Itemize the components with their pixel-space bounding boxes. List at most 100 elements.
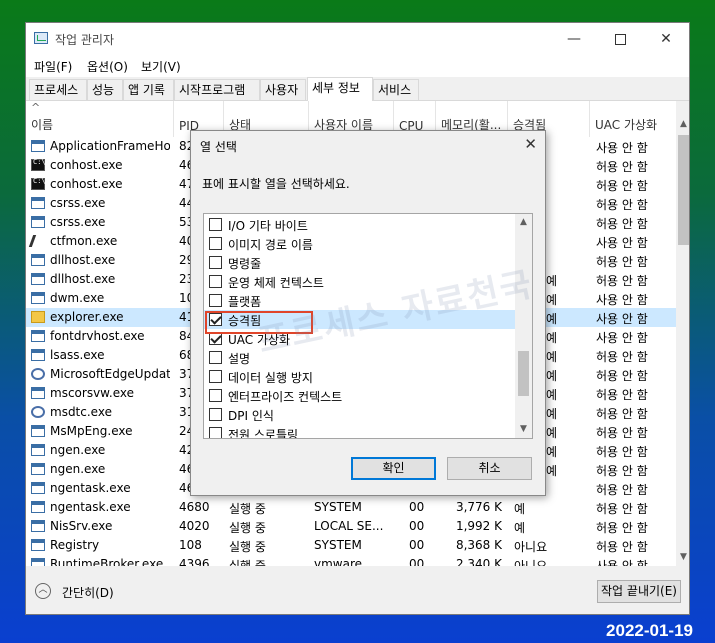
column-header-name[interactable]: ^ 이름 bbox=[26, 101, 174, 137]
dialog-prompt: 표에 표시할 열을 선택하세요. bbox=[202, 177, 350, 191]
tab-app-history[interactable]: 앱 기록 bbox=[123, 79, 174, 100]
cell-elev-partial: 예 bbox=[546, 369, 558, 383]
cell-uac: 사용 안 함 bbox=[596, 141, 648, 155]
console-icon bbox=[31, 158, 46, 171]
column-option-label: 플랫폼 bbox=[228, 295, 262, 309]
cell-name: ngen.exe bbox=[50, 462, 106, 476]
table-row[interactable]: ngentask.exe 4680 실행 중 SYSTEM 00 3,776 K 예 허용 안… bbox=[26, 498, 676, 517]
cell-uac: 허용 안 함 bbox=[596, 483, 648, 497]
cell-uac: 사용 안 함 bbox=[596, 331, 648, 345]
cell-uac: 허용 안 함 bbox=[596, 407, 648, 421]
table-row[interactable]: NisSrv.exe 4020 실행 중 LOCAL SE... 00 1,992 K 예 허… bbox=[26, 517, 676, 536]
checkbox-unchecked[interactable] bbox=[209, 256, 222, 269]
column-option[interactable]: 설명 bbox=[204, 348, 516, 367]
gear-icon bbox=[31, 406, 45, 418]
cell-cpu: 00 bbox=[409, 538, 425, 552]
task-manager-icon bbox=[34, 32, 48, 44]
cell-name: ApplicationFrameHo... bbox=[50, 139, 170, 153]
cell-uac: 허용 안 함 bbox=[596, 388, 648, 402]
cell-uac: 허용 안 함 bbox=[596, 274, 648, 288]
date-stamp: 2022-01-19 bbox=[606, 621, 693, 640]
checkbox-unchecked[interactable] bbox=[209, 237, 222, 250]
maximize-button[interactable] bbox=[597, 23, 643, 55]
column-option[interactable]: 데이터 실행 방지 bbox=[204, 367, 516, 386]
cell-name: NisSrv.exe bbox=[50, 519, 113, 533]
column-option-label: 전원 스로틀링 bbox=[228, 428, 299, 439]
column-option[interactable]: 전원 스로틀링 bbox=[204, 424, 516, 439]
table-scrollbar[interactable]: ▲ ▼ bbox=[676, 101, 689, 566]
checkbox-unchecked[interactable] bbox=[209, 351, 222, 364]
checkbox-unchecked[interactable] bbox=[209, 275, 222, 288]
checkbox-unchecked[interactable] bbox=[209, 427, 222, 438]
cell-name: ctfmon.exe bbox=[50, 234, 118, 248]
window-icon bbox=[31, 501, 45, 513]
window-icon bbox=[31, 273, 45, 285]
cell-elev-partial: 예 bbox=[546, 407, 558, 421]
dialog-close-icon[interactable]: ✕ bbox=[524, 135, 537, 153]
end-task-button[interactable]: 작업 끝내기(E) bbox=[597, 580, 681, 603]
cancel-button[interactable]: 취소 bbox=[447, 457, 532, 480]
gear-icon bbox=[31, 368, 45, 380]
minimize-button[interactable]: — bbox=[551, 23, 597, 55]
checkbox-unchecked[interactable] bbox=[209, 294, 222, 307]
cell-pid: 4680 bbox=[179, 500, 210, 514]
cell-mem: 3,776 K bbox=[455, 500, 502, 514]
cell-elev-partial: 예 bbox=[546, 350, 558, 364]
title-bar[interactable]: 작업 관리자 — ✕ bbox=[26, 23, 689, 55]
column-option[interactable]: 이미지 경로 이름 bbox=[204, 234, 516, 253]
checkbox-unchecked[interactable] bbox=[209, 218, 222, 231]
tab-performance[interactable]: 성능 bbox=[87, 79, 123, 100]
column-option-label: 설명 bbox=[228, 352, 251, 366]
checklist-scroll-down-icon[interactable]: ▼ bbox=[515, 421, 532, 438]
collapse-chevron-up-icon[interactable]: ︿ bbox=[35, 583, 51, 599]
scroll-down-arrow-icon[interactable]: ▼ bbox=[676, 549, 689, 566]
cell-name: dllhost.exe bbox=[50, 272, 116, 286]
checkbox-unchecked[interactable] bbox=[209, 370, 222, 383]
cell-uac: 사용 안 함 bbox=[596, 293, 648, 307]
fewer-details-link[interactable]: 간단히(D) bbox=[62, 584, 114, 601]
column-option[interactable]: DPI 인식 bbox=[204, 405, 516, 424]
ok-button[interactable]: 확인 bbox=[351, 457, 436, 480]
tab-details[interactable]: 세부 정보 bbox=[307, 77, 373, 101]
cell-elev: 아니요 bbox=[514, 540, 548, 554]
window-icon bbox=[31, 330, 45, 342]
column-option[interactable]: I/O 기타 바이트 bbox=[204, 215, 516, 234]
folder-icon bbox=[31, 311, 45, 323]
tab-users[interactable]: 사용자 bbox=[260, 79, 306, 100]
cell-name: msdtc.exe bbox=[50, 405, 112, 419]
cell-name: mscorsvw.exe bbox=[50, 386, 134, 400]
footer: ︿ 간단히(D) 작업 끝내기(E) bbox=[26, 566, 689, 614]
menu-view[interactable]: 보기(V) bbox=[141, 58, 181, 75]
column-header-uac-virtualization[interactable]: UAC 가상화 bbox=[590, 101, 676, 137]
checklist-scroll-thumb[interactable] bbox=[518, 351, 529, 396]
tab-startup[interactable]: 시작프로그램 bbox=[174, 79, 260, 100]
cell-name: conhost.exe bbox=[50, 177, 123, 191]
scroll-up-arrow-icon[interactable]: ▲ bbox=[676, 116, 689, 133]
cell-mem: 2,340 K bbox=[455, 557, 502, 566]
column-option-label: DPI 인식 bbox=[228, 409, 274, 423]
close-button[interactable]: ✕ bbox=[643, 23, 689, 55]
tab-bar: 프로세스 성능 앱 기록 시작프로그램 사용자 세부 정보 서비스 bbox=[26, 77, 689, 101]
scrollbar-thumb[interactable] bbox=[678, 135, 689, 245]
cell-elev-partial: 예 bbox=[546, 274, 558, 288]
cell-uac: 허용 안 함 bbox=[596, 179, 648, 193]
checkbox-unchecked[interactable] bbox=[209, 389, 222, 402]
cell-elev-partial: 예 bbox=[546, 293, 558, 307]
cell-elev: 예 bbox=[514, 521, 526, 535]
tab-services[interactable]: 서비스 bbox=[373, 79, 419, 100]
column-option[interactable]: 엔터프라이즈 컨텍스트 bbox=[204, 386, 516, 405]
table-row[interactable]: RuntimeBroker.exe 4396 실행 중 vmware 00 2,340 K… bbox=[26, 555, 676, 566]
cell-pid: 108 bbox=[179, 538, 202, 552]
checkbox-unchecked[interactable] bbox=[209, 408, 222, 421]
menu-options[interactable]: 옵션(O) bbox=[87, 58, 128, 75]
cell-elev-partial: 예 bbox=[546, 464, 558, 478]
cell-cpu: 00 bbox=[409, 500, 425, 514]
checklist-scroll-up-icon[interactable]: ▲ bbox=[515, 214, 532, 231]
window-icon bbox=[31, 539, 45, 551]
menu-file[interactable]: 파일(F) bbox=[34, 58, 72, 75]
window-icon bbox=[31, 216, 45, 228]
table-row[interactable]: Registry 108 실행 중 SYSTEM 00 8,368 K 아니요 허용 안 함 bbox=[26, 536, 676, 555]
checklist-scrollbar[interactable]: ▲ ▼ bbox=[515, 214, 532, 438]
cell-status: 실행 중 bbox=[229, 521, 266, 535]
tab-processes[interactable]: 프로세스 bbox=[29, 79, 87, 100]
